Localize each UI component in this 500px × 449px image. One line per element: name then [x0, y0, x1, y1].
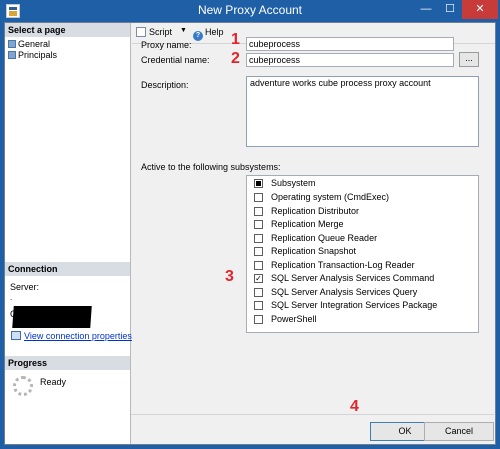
subsystem-checkbox[interactable] — [254, 301, 263, 310]
annotation-1: 1 — [231, 31, 240, 48]
credential-name-label: Credential name: — [141, 55, 210, 65]
page-icon — [8, 51, 16, 59]
dialog-window: New Proxy Account — ☐ ✕ Select a page Ge… — [0, 0, 500, 449]
subsystem-checkbox[interactable]: ✓ — [254, 274, 263, 283]
script-button[interactable]: Script — [136, 27, 172, 37]
close-button[interactable]: ✕ — [462, 0, 498, 19]
subsystem-row[interactable]: ✓ SQL Server Analysis Services Command — [247, 272, 478, 286]
subsystem-label: Replication Distributor — [271, 205, 360, 216]
subsystem-row[interactable]: Replication Queue Reader — [247, 232, 478, 246]
select-all-checkbox[interactable] — [254, 179, 263, 188]
subsystem-checkbox[interactable] — [254, 287, 263, 297]
description-label: Description: — [141, 80, 189, 90]
help-button[interactable]: ? Help — [193, 27, 224, 41]
page-icon — [8, 40, 16, 48]
subsystem-row[interactable]: Operating system (CmdExec) — [247, 191, 478, 205]
subsystem-row[interactable]: PowerShell — [247, 313, 478, 327]
subsystem-row[interactable]: Replication Merge — [247, 218, 478, 232]
subsystem-checkbox[interactable] — [254, 260, 263, 270]
connection-header: Connection — [5, 262, 130, 276]
redacted-region — [12, 306, 92, 328]
subsystems-label: Active to the following subsystems: — [141, 162, 281, 172]
subsystem-row[interactable]: SQL Server Integration Services Package — [247, 299, 478, 313]
progress-header: Progress — [5, 356, 130, 370]
script-dropdown-arrow-icon[interactable]: ▼ — [180, 27, 187, 34]
annotation-3: 3 — [225, 268, 234, 285]
left-pane: Select a page General Principals Connect… — [5, 23, 132, 444]
subsystems-header-row: Subsystem — [247, 177, 478, 191]
cancel-button[interactable]: Cancel — [424, 422, 494, 441]
page-item-label: General — [18, 39, 51, 49]
select-page-header: Select a page — [5, 23, 130, 37]
progress-status: Ready — [40, 377, 67, 387]
subsystem-row[interactable]: Replication Transaction-Log Reader — [247, 259, 478, 273]
connection-properties-icon[interactable] — [11, 331, 21, 340]
server-value: . — [10, 293, 13, 302]
help-icon: ? — [193, 31, 203, 41]
subsystem-checkbox[interactable] — [254, 193, 263, 202]
annotation-2: 2 — [231, 50, 240, 67]
subsystem-row[interactable]: Replication Snapshot — [247, 245, 478, 259]
subsystem-label: SQL Server Integration Services Package — [271, 300, 438, 310]
page-item-principals[interactable]: Principals — [8, 50, 57, 61]
subsystem-label: Replication Snapshot — [271, 246, 357, 256]
footer-separator — [131, 414, 494, 415]
script-icon — [136, 27, 146, 37]
server-label: Server: — [10, 282, 40, 292]
proxy-name-input[interactable] — [246, 37, 454, 51]
subsystem-checkbox[interactable] — [254, 220, 263, 229]
description-textarea[interactable]: adventure works cube process proxy accou… — [246, 76, 479, 147]
subsystem-label: Operating system (CmdExec) — [271, 192, 390, 202]
subsystems-list: Subsystem Operating system (CmdExec) Repl… — [246, 175, 479, 333]
title-bar[interactable]: New Proxy Account — ☐ ✕ — [0, 0, 500, 22]
subsystem-label: SQL Server Analysis Services Command — [271, 273, 435, 283]
help-label: Help — [205, 27, 224, 37]
page-item-label: Principals — [18, 50, 58, 60]
minimize-icon: — — [420, 3, 432, 15]
view-connection-properties-link[interactable]: View connection properties — [24, 331, 132, 341]
credential-name-input[interactable] — [246, 53, 454, 67]
progress-spinner-icon — [13, 376, 33, 396]
page-item-general[interactable]: General — [8, 39, 50, 50]
browse-credential-button[interactable]: ... — [459, 52, 479, 67]
subsystem-checkbox[interactable] — [254, 206, 263, 216]
subsystem-row[interactable]: SQL Server Analysis Services Query — [247, 286, 478, 300]
subsystem-label: PowerShell — [271, 313, 317, 324]
proxy-name-label: Proxy name: — [141, 40, 192, 50]
subsystem-checkbox[interactable] — [254, 247, 263, 256]
close-icon: ✕ — [475, 3, 485, 15]
subsystem-row[interactable]: Replication Distributor — [247, 205, 478, 219]
maximize-icon: ☐ — [445, 3, 455, 15]
maximize-button[interactable]: ☐ — [438, 0, 462, 19]
subsystems-header-label: Subsystem — [271, 178, 316, 188]
subsystem-label: Replication Transaction-Log Reader — [271, 259, 415, 270]
minimize-button[interactable]: — — [414, 0, 438, 19]
subsystem-checkbox[interactable] — [254, 314, 263, 324]
subsystem-checkbox[interactable] — [254, 233, 263, 243]
subsystem-label: Replication Merge — [271, 219, 344, 229]
subsystem-label: SQL Server Analysis Services Query — [271, 286, 418, 297]
script-label: Script — [149, 27, 173, 37]
subsystem-label: Replication Queue Reader — [271, 232, 378, 243]
